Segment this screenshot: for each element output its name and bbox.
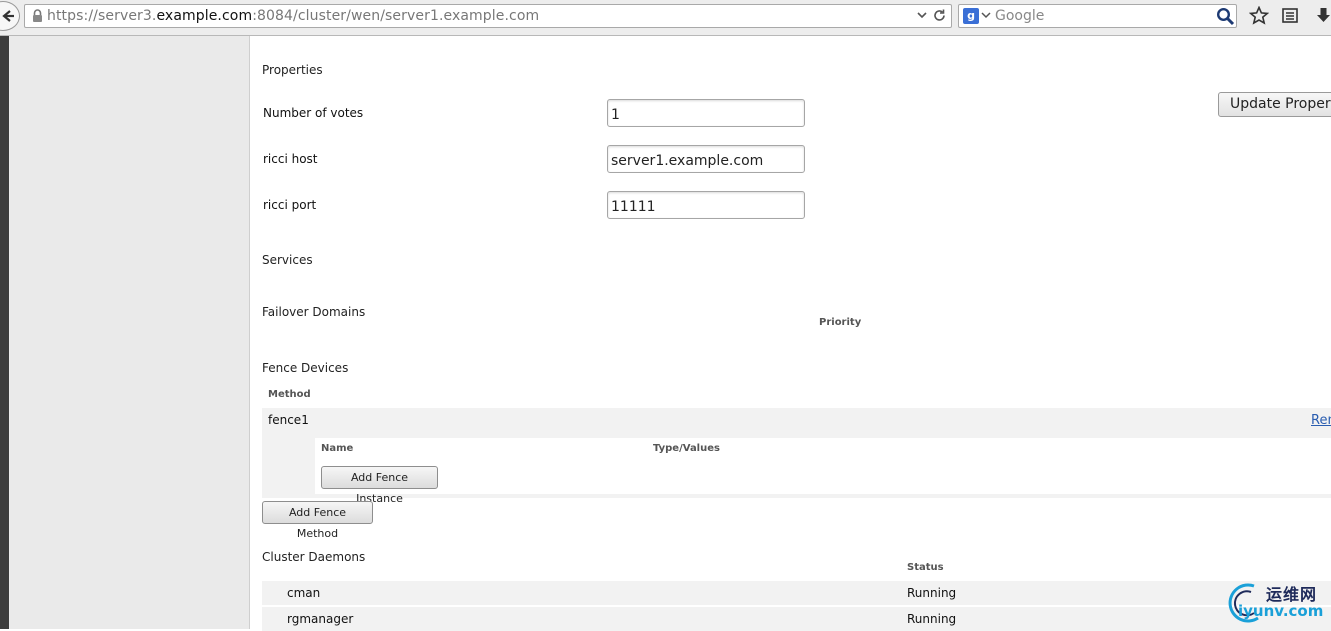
votes-label: Number of votes	[263, 106, 364, 120]
services-title: Services	[262, 253, 313, 267]
priority-column-header: Priority	[819, 317, 862, 328]
instance-type-header: Type/Values	[653, 443, 720, 454]
search-icon[interactable]	[1216, 7, 1235, 26]
daemon-status: Running	[907, 586, 957, 600]
status-column-header: Status	[907, 562, 944, 573]
add-fence-method-button[interactable]: Add Fence Method	[262, 501, 373, 540]
node-details-panel: Properties Number of votes ricci host ri…	[250, 36, 1331, 631]
fence-instance-table	[315, 438, 1331, 494]
ricci-port-label: ricci port	[263, 198, 317, 212]
search-placeholder: Google	[995, 8, 1045, 24]
add-fence-instance-button[interactable]: Add Fence Instance	[321, 466, 438, 505]
watermark-logo: 运维网 iyunv.com	[1224, 580, 1331, 626]
daemon-row	[262, 581, 1331, 605]
daemon-row	[262, 607, 1331, 631]
cluster-daemons-title: Cluster Daemons	[262, 550, 366, 564]
fence-method-name: fence1	[268, 413, 309, 427]
fence-devices-title: Fence Devices	[262, 361, 349, 375]
update-properties-button[interactable]: Update Properties	[1218, 92, 1331, 117]
url-domain: example.com	[156, 8, 253, 24]
bookmarks-list-icon[interactable]	[1281, 7, 1299, 24]
google-engine-icon[interactable]: g	[963, 8, 979, 24]
votes-input[interactable]	[607, 99, 805, 127]
url-text: https://server3.example.com:8084/cluster…	[47, 8, 539, 24]
window-edge	[0, 36, 9, 629]
failover-domains-title: Failover Domains	[262, 305, 366, 319]
ricci-host-input[interactable]	[607, 145, 805, 173]
url-history-dropdown-icon[interactable]	[916, 9, 928, 21]
left-navigation-panel	[9, 36, 250, 629]
back-arrow-icon	[2, 10, 14, 22]
address-bar[interactable]: https://server3.example.com:8084/cluster…	[24, 4, 952, 28]
method-column-header: Method	[268, 389, 311, 400]
watermark-domain: iyunv.com	[1238, 602, 1324, 620]
bookmark-star-icon[interactable]	[1249, 6, 1269, 25]
downloads-icon[interactable]	[1316, 7, 1331, 25]
engine-dropdown-icon[interactable]	[981, 11, 991, 19]
browser-toolbar: https://server3.example.com:8084/cluster…	[0, 0, 1331, 36]
properties-title: Properties	[262, 63, 323, 77]
back-button[interactable]	[0, 1, 20, 31]
url-prefix: https://server3.	[47, 8, 157, 24]
daemon-name: rgmanager	[287, 612, 354, 626]
ricci-host-label: ricci host	[263, 152, 318, 166]
daemon-status: Running	[907, 612, 957, 626]
instance-name-header: Name	[321, 443, 354, 454]
lock-icon	[33, 9, 42, 22]
ricci-port-input[interactable]	[607, 191, 805, 219]
search-bar[interactable]: g Google	[958, 4, 1237, 28]
url-suffix: :8084/cluster/wen/server1.example.com	[252, 8, 540, 24]
remove-method-link[interactable]: Remove	[1311, 413, 1331, 428]
daemon-name: cman	[287, 586, 321, 600]
reload-icon[interactable]	[932, 8, 947, 23]
